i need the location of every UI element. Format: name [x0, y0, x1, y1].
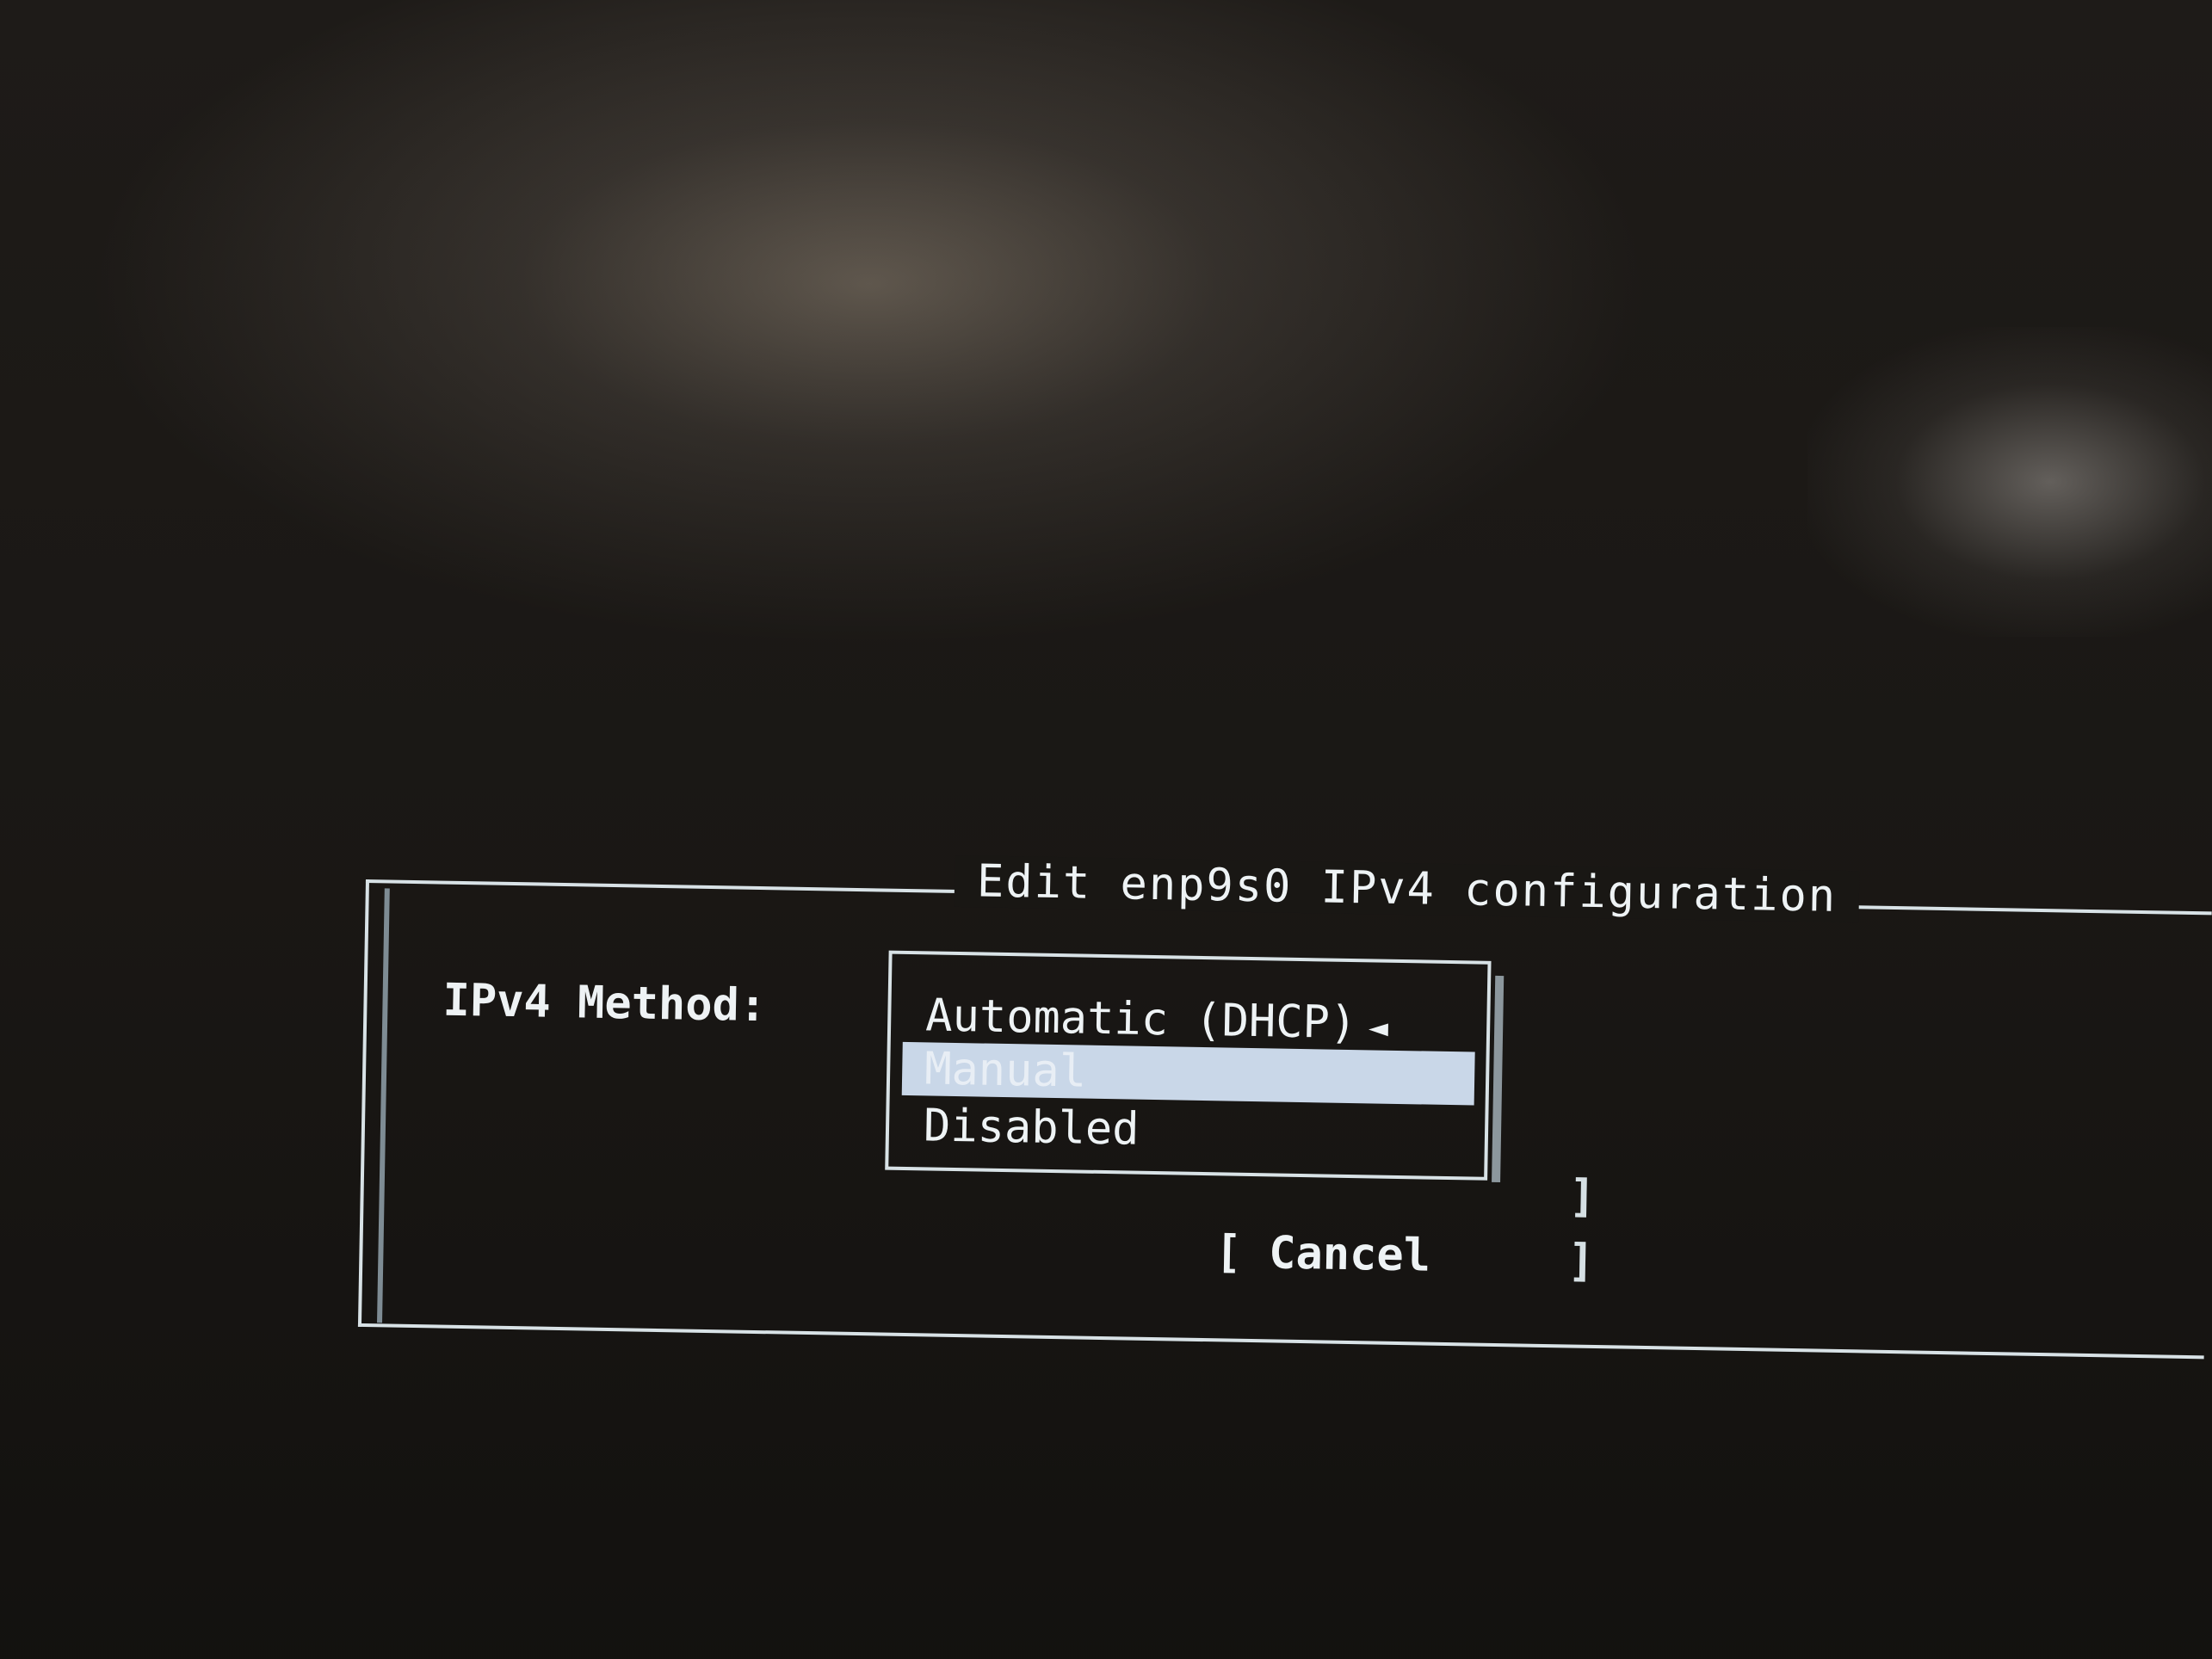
dropdown-scrollbar[interactable] [1492, 975, 1505, 1183]
option-automatic-dhcp[interactable]: Automatic (DHCP) ◄ [925, 989, 1389, 1050]
screen-glare [1807, 327, 2212, 637]
option-disabled[interactable]: Disabled [924, 1099, 1140, 1156]
ok-button-bracket: ] [1568, 1170, 1597, 1223]
ipv4-method-label: IPv4 Method: [442, 974, 767, 1033]
cancel-button-bracket: ] [1566, 1235, 1596, 1287]
option-manual-label: Manual [924, 1043, 1087, 1098]
ipv4-config-dialog: Edit enp9s0 IPv4 configuration IPv4 Meth… [357, 854, 2212, 1360]
dialog-shadow-line [377, 888, 390, 1323]
selected-marker-icon: ◄ [1368, 1008, 1389, 1046]
cancel-button[interactable]: [ Cancel [1214, 1226, 1430, 1281]
option-automatic-dhcp-label: Automatic (DHCP) [924, 990, 1357, 1050]
ipv4-method-dropdown[interactable]: Automatic (DHCP) ◄ Manual Disabled [885, 950, 1492, 1181]
option-manual[interactable]: Manual [901, 1041, 1475, 1106]
monitor-screen [0, 0, 2212, 1659]
option-disabled-label: Disabled [923, 1100, 1140, 1156]
